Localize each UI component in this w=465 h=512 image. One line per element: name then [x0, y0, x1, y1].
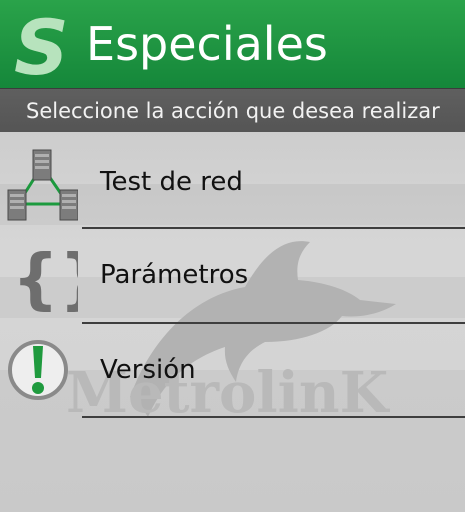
menu-item-test-de-red[interactable]: Test de red [0, 132, 465, 225]
menu-item-parametros[interactable]: {} Parámetros [0, 229, 465, 322]
divider [82, 416, 465, 418]
svg-text:S: S [14, 3, 69, 86]
exclamation-icon [8, 340, 68, 400]
app-header: S Especiales [0, 0, 465, 88]
svg-text:{}: {} [12, 240, 78, 315]
instruction-text: Seleccione la acción que desea realizar [26, 99, 440, 123]
network-icon [7, 149, 78, 221]
menu-item-label: Versión [100, 355, 196, 385]
menu-area: MetrolinK Test de red {} Parámetros [0, 132, 465, 512]
s-logo-icon: S [14, 3, 69, 86]
menu-item-label: Parámetros [100, 260, 249, 290]
menu-item-label: Test de red [100, 167, 243, 197]
braces-icon: {} [12, 240, 78, 315]
instruction-bar: Seleccione la acción que desea realizar [0, 88, 465, 132]
menu-item-version[interactable]: Versión [0, 324, 465, 417]
page-title: Especiales [86, 17, 328, 71]
